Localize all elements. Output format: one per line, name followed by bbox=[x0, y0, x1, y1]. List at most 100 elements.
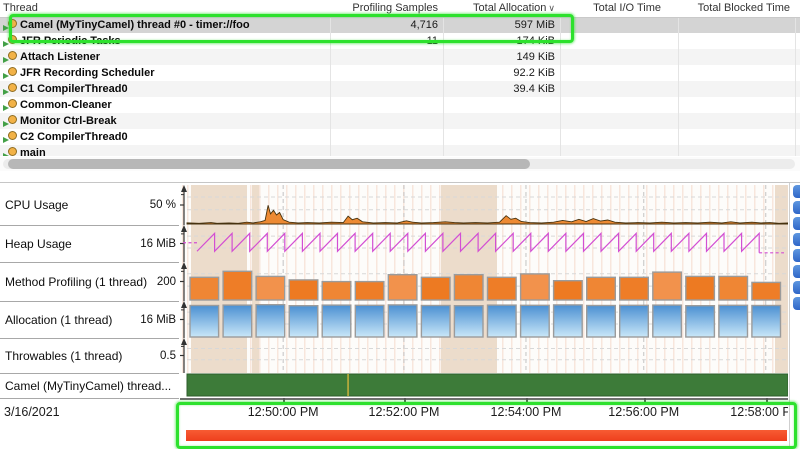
thread-name: JFR Recording Scheduler bbox=[20, 67, 154, 79]
time-tick-mark bbox=[766, 398, 768, 404]
thread-name: Attach Listener bbox=[20, 51, 100, 63]
sort-descending-icon: ∨ bbox=[548, 3, 555, 13]
total-allocation-value: 39.4 KiB bbox=[444, 83, 555, 95]
table-row[interactable]: C1 CompilerThread0 39.4 KiB bbox=[0, 81, 800, 97]
total-allocation-value: 174 KiB bbox=[444, 35, 555, 47]
table-row[interactable]: C2 CompilerThread0 bbox=[0, 129, 800, 145]
axis-tick-label: 200 bbox=[157, 276, 176, 288]
column-header-profiling-samples[interactable]: Profiling Samples bbox=[331, 2, 438, 14]
throwables-chart[interactable] bbox=[180, 338, 788, 373]
column-header-thread[interactable]: Thread bbox=[3, 2, 38, 14]
timeline-overview-bar[interactable] bbox=[186, 430, 787, 441]
track-label-throwables: Throwables (1 thread) 0.5 bbox=[0, 338, 179, 374]
running-arrow-icon bbox=[3, 57, 9, 63]
time-tick-mark bbox=[404, 398, 406, 404]
column-divider bbox=[678, 17, 679, 156]
track-label-allocation: Allocation (1 thread) 16 MiB bbox=[0, 301, 179, 339]
track-label-method-profiling: Method Profiling (1 thread) 200 bbox=[0, 262, 179, 302]
thread-state-ring-icon bbox=[8, 67, 17, 76]
thread-icon bbox=[3, 51, 18, 63]
column-divider bbox=[443, 17, 444, 156]
time-tick-label: 12:56:00 PM bbox=[608, 405, 679, 419]
table-row[interactable]: main bbox=[0, 145, 800, 156]
thread-icon bbox=[3, 131, 18, 143]
running-arrow-icon bbox=[3, 105, 9, 111]
toolbar-button[interactable] bbox=[793, 249, 800, 262]
column-divider bbox=[795, 17, 796, 156]
running-arrow-icon bbox=[3, 153, 9, 156]
method-profiling-chart[interactable] bbox=[180, 262, 788, 301]
total-allocation-value: 92.2 KiB bbox=[444, 67, 555, 79]
total-allocation-value: 149 KiB bbox=[444, 51, 555, 63]
thread-name: Monitor Ctrl-Break bbox=[20, 115, 117, 127]
track-label-heap-usage: Heap Usage 16 MiB bbox=[0, 225, 179, 263]
time-tick-label: 12:50:00 PM bbox=[248, 405, 319, 419]
profiling-samples-value: 11 bbox=[331, 35, 438, 47]
toolbar-button[interactable] bbox=[793, 297, 800, 310]
track-label-camel-thread: Camel (MyTinyCamel) thread... bbox=[0, 373, 179, 399]
track-label-cpu-usage: CPU Usage 50 % bbox=[0, 185, 179, 226]
toolbar-button[interactable] bbox=[793, 281, 800, 294]
track-label-text: Heap Usage bbox=[5, 237, 72, 251]
thread-table-body: Camel (MyTinyCamel) thread #0 - timer://… bbox=[0, 17, 800, 156]
axis-tick-label: 50 % bbox=[150, 199, 176, 211]
thread-state-ring-icon bbox=[8, 99, 17, 108]
thread-state-ring-icon bbox=[8, 19, 17, 28]
toolbar-button[interactable] bbox=[793, 201, 800, 214]
table-row[interactable]: Attach Listener 149 KiB bbox=[0, 49, 800, 65]
time-axis: 12:50:00 PM12:52:00 PM12:54:00 PM12:56:0… bbox=[180, 398, 788, 424]
running-arrow-icon bbox=[3, 121, 9, 127]
table-row[interactable]: Camel (MyTinyCamel) thread #0 - timer://… bbox=[0, 17, 800, 33]
running-arrow-icon bbox=[3, 137, 9, 143]
thread-name: Camel (MyTinyCamel) thread #0 - timer://… bbox=[20, 19, 250, 31]
track-label-text: Throwables (1 thread) bbox=[5, 349, 122, 363]
running-arrow-icon bbox=[3, 89, 9, 95]
axis-tick-label: 16 MiB bbox=[140, 238, 176, 250]
heap-usage-chart[interactable] bbox=[180, 225, 788, 262]
running-arrow-icon bbox=[3, 41, 9, 47]
time-tick-label: 12:58:00 PM bbox=[730, 405, 788, 419]
thread-icon bbox=[3, 83, 18, 95]
date-label: 3/16/2021 bbox=[4, 405, 60, 419]
column-header-total-io-time[interactable]: Total I/O Time bbox=[561, 2, 661, 14]
thread-table: Thread Profiling Samples Total Allocatio… bbox=[0, 0, 800, 156]
track-label-text: CPU Usage bbox=[5, 198, 68, 212]
profiling-samples-value: 4,716 bbox=[331, 19, 438, 31]
allocation-chart[interactable] bbox=[180, 301, 788, 338]
table-row[interactable]: Common-Cleaner bbox=[0, 97, 800, 113]
table-row[interactable]: JFR Periodic Tasks 11 174 KiB bbox=[0, 33, 800, 49]
column-header-total-allocation[interactable]: Total Allocation∨ bbox=[444, 2, 555, 14]
running-arrow-icon bbox=[3, 25, 9, 31]
thread-state-track[interactable] bbox=[180, 373, 788, 400]
thread-icon bbox=[3, 35, 18, 47]
thread-state-ring-icon bbox=[8, 51, 17, 60]
thread-icon bbox=[3, 19, 18, 31]
axis-tick-label: 0.5 bbox=[160, 350, 176, 362]
cpu-usage-chart[interactable] bbox=[180, 185, 788, 225]
thread-name: C2 CompilerThread0 bbox=[20, 131, 128, 143]
table-row[interactable]: JFR Recording Scheduler 92.2 KiB bbox=[0, 65, 800, 81]
thread-state-ring-icon bbox=[8, 115, 17, 124]
table-horizontal-scrollbar[interactable] bbox=[0, 157, 800, 171]
right-toolbar-strip bbox=[789, 183, 800, 447]
thread-icon bbox=[3, 99, 18, 111]
thread-icon bbox=[3, 67, 18, 79]
time-tick-mark bbox=[283, 398, 285, 404]
track-label-text: Method Profiling (1 thread) bbox=[5, 275, 147, 289]
toolbar-button[interactable] bbox=[793, 233, 800, 246]
time-tick-mark bbox=[644, 398, 646, 404]
timeline-panel: CPU Usage 50 % Heap Usage 16 MiB Method … bbox=[0, 182, 800, 447]
toolbar-button[interactable] bbox=[793, 217, 800, 230]
thread-name: Common-Cleaner bbox=[20, 99, 112, 111]
table-row[interactable]: Monitor Ctrl-Break bbox=[0, 113, 800, 129]
thread-state-ring-icon bbox=[8, 147, 17, 156]
toolbar-button[interactable] bbox=[793, 265, 800, 278]
scrollbar-thumb[interactable] bbox=[8, 159, 530, 169]
thread-state-ring-icon bbox=[8, 83, 17, 92]
thread-icon bbox=[3, 115, 18, 127]
toolbar-button[interactable] bbox=[793, 185, 800, 198]
track-label-text: Camel (MyTinyCamel) thread... bbox=[5, 379, 171, 393]
time-tick-mark bbox=[526, 398, 528, 404]
column-header-total-blocked-time[interactable]: Total Blocked Time bbox=[679, 2, 790, 14]
column-divider bbox=[560, 17, 561, 156]
